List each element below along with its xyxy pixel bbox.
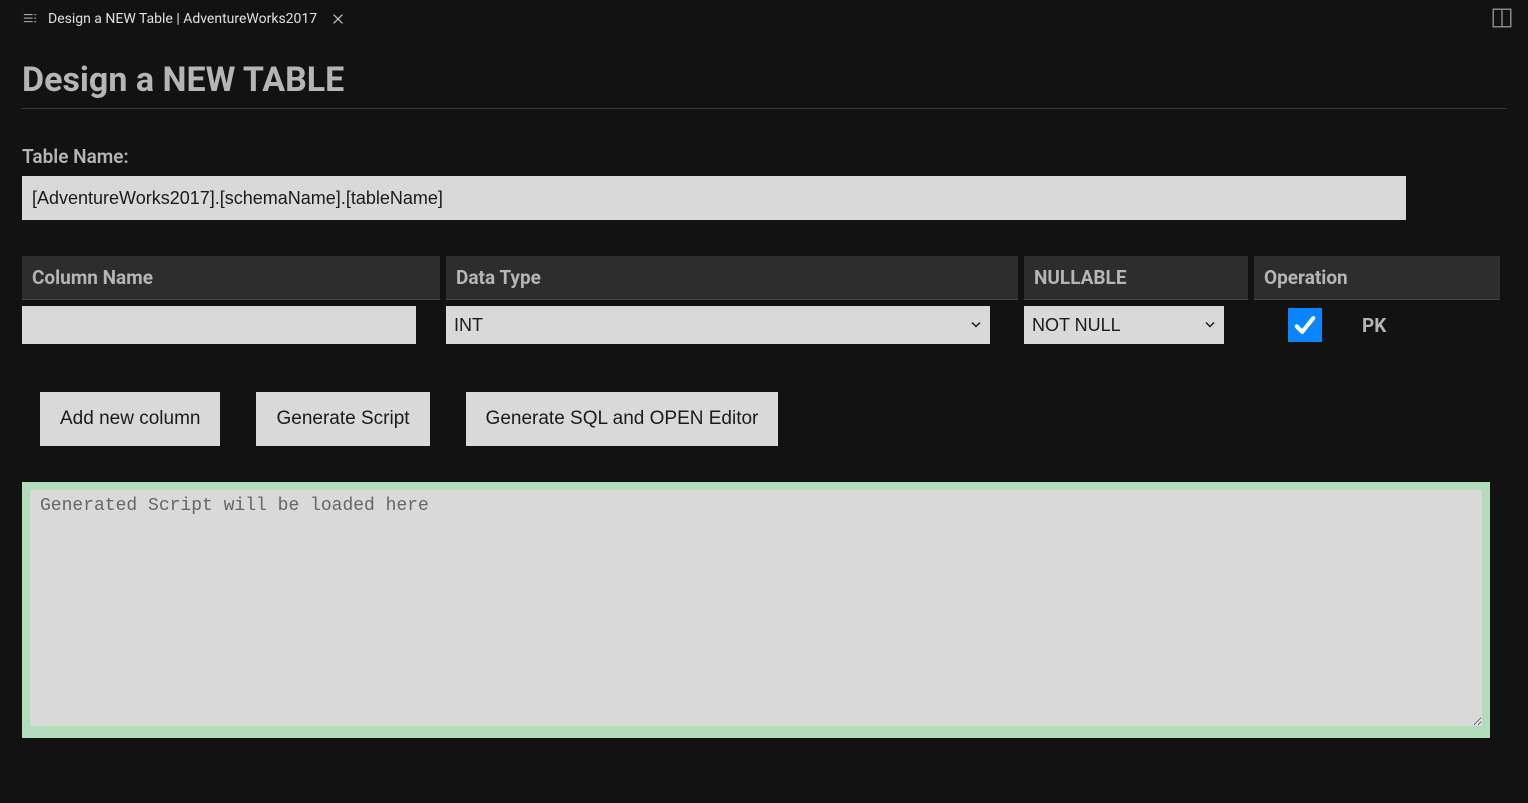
header-column-name: Column Name <box>22 256 440 300</box>
split-editor-icon[interactable] <box>1492 8 1512 28</box>
tab-title: Design a NEW Table | AdventureWorks2017 <box>48 11 317 27</box>
cell-nullable: NOT NULL <box>1024 300 1248 344</box>
add-column-button[interactable]: Add new column <box>40 392 220 446</box>
main-content: Design a NEW TABLE Table Name: Column Na… <box>0 38 1528 738</box>
column-name-input[interactable] <box>22 306 416 344</box>
page-title: Design a NEW TABLE <box>22 60 1506 100</box>
table-name-label: Table Name: <box>22 145 1506 168</box>
script-output[interactable] <box>30 490 1482 726</box>
header-operation: Operation <box>1254 256 1500 300</box>
cell-operation: PK <box>1254 300 1500 344</box>
generate-script-button[interactable]: Generate Script <box>256 392 429 446</box>
active-tab[interactable]: Design a NEW Table | AdventureWorks2017 <box>10 3 357 35</box>
header-nullable: NULLABLE <box>1024 256 1248 300</box>
script-container <box>22 482 1490 738</box>
pk-label: PK <box>1362 314 1386 337</box>
cell-data-type: INT <box>446 300 1018 344</box>
action-buttons: Add new column Generate Script Generate … <box>40 392 1506 446</box>
data-type-select[interactable]: INT <box>446 306 990 344</box>
tab-bar: Design a NEW Table | AdventureWorks2017 <box>0 0 1528 38</box>
header-data-type: Data Type <box>446 256 1018 300</box>
title-divider <box>22 108 1506 109</box>
pk-checkbox[interactable] <box>1288 308 1322 342</box>
table-name-input[interactable] <box>22 176 1406 220</box>
cell-column-name <box>22 300 440 344</box>
close-icon[interactable] <box>331 12 345 26</box>
document-icon <box>22 11 38 27</box>
nullable-select[interactable]: NOT NULL <box>1024 306 1224 344</box>
columns-grid: Column Name Data Type NULLABLE Operation… <box>22 256 1462 344</box>
generate-open-editor-button[interactable]: Generate SQL and OPEN Editor <box>466 392 779 446</box>
